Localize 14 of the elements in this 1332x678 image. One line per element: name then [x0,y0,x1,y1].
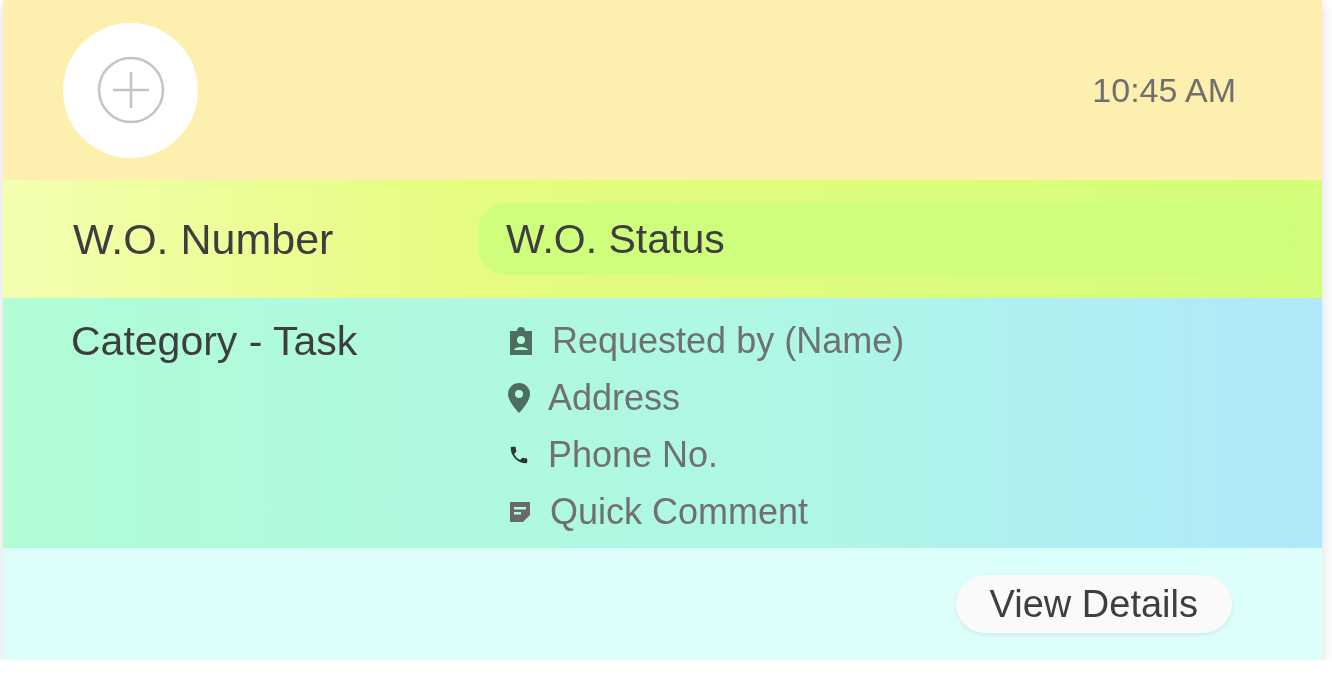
view-details-button[interactable]: View Details [955,575,1232,633]
detail-text: Phone No. [548,434,719,476]
location-pin-icon [508,383,530,413]
detail-text: Requested by (Name) [552,320,905,362]
time-label: 10:45 AM [1092,70,1236,110]
category-task: Category - Task [71,318,359,365]
add-icon [96,56,165,124]
wo-status: W.O. Status [478,203,1296,275]
wo-number: W.O. Number [73,214,335,264]
detail-text: Address [548,377,681,419]
detail-text: Quick Comment [550,491,809,533]
note-icon [508,500,532,524]
phone-icon [508,444,530,466]
clipboard-person-icon [508,327,534,355]
